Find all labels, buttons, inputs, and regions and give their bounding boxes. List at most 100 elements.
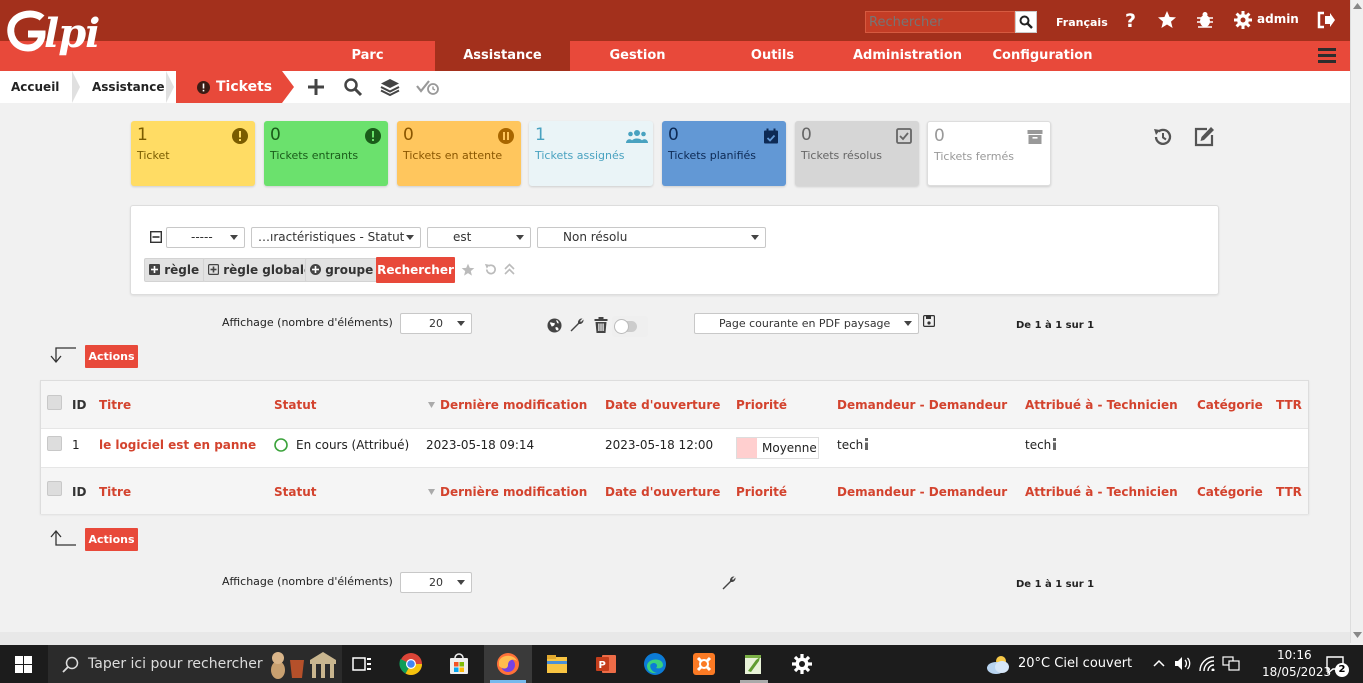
select-all-checkbox-bottom[interactable] <box>47 481 62 496</box>
col-status[interactable]: Statut <box>274 398 317 412</box>
col-status[interactable]: Statut <box>274 485 317 499</box>
select-all-checkbox[interactable] <box>47 395 62 410</box>
table-row[interactable]: 1 le logiciel est en panne En cours (Att… <box>41 428 1308 467</box>
col-id[interactable]: ID <box>72 485 86 499</box>
weather-cloud-icon[interactable] <box>985 653 1011 675</box>
tile-assigned[interactable]: 1 Tickets assignés <box>529 121 653 186</box>
gear-icon[interactable] <box>1233 10 1253 30</box>
reset-icon[interactable] <box>484 263 497 276</box>
wrench-icon[interactable] <box>569 317 585 333</box>
firefox-active-tab[interactable] <box>484 645 532 683</box>
tile-pending[interactable]: 0 Tickets en attente <box>397 121 521 186</box>
collapse-criteria-icon[interactable] <box>150 231 162 243</box>
col-ttr[interactable]: TTR <box>1276 485 1302 499</box>
global-search-input[interactable] <box>865 11 1015 33</box>
row-checkbox[interactable] <box>47 436 62 451</box>
store-icon[interactable] <box>447 652 471 676</box>
col-title[interactable]: Titre <box>99 398 131 412</box>
export-select[interactable]: Page courante en PDF paysage <box>694 313 919 334</box>
value-select[interactable]: Non résolu <box>537 227 766 248</box>
field-select[interactable]: …ıractéristiques - Statut <box>251 227 421 248</box>
row-title-link[interactable]: le logiciel est en panne <box>99 438 256 452</box>
language-selector[interactable]: Français <box>1056 16 1108 29</box>
add-icon[interactable] <box>306 77 326 97</box>
double-chevron-up-icon[interactable] <box>504 263 515 275</box>
edit-icon[interactable] <box>1193 126 1215 148</box>
layers-icon[interactable] <box>380 77 400 97</box>
col-category[interactable]: Catégorie <box>1197 398 1263 412</box>
col-title[interactable]: Titre <box>99 485 131 499</box>
add-rule-button[interactable]: règle <box>144 258 206 282</box>
row-requester[interactable]: tech <box>837 438 863 452</box>
col-ttr[interactable]: TTR <box>1276 398 1302 412</box>
save-icon[interactable] <box>923 315 935 327</box>
star-icon[interactable] <box>461 263 475 277</box>
chrome-icon[interactable] <box>399 652 423 676</box>
col-priority[interactable]: Priorité <box>736 398 787 412</box>
settings-gear-icon[interactable] <box>790 652 814 676</box>
breadcrumb-tickets[interactable]: Tickets <box>176 71 282 103</box>
add-global-rule-button[interactable]: règle globale <box>203 258 319 282</box>
actions-button-top[interactable]: Actions <box>85 345 138 368</box>
actions-button-bottom[interactable]: Actions <box>85 528 138 551</box>
row-technician[interactable]: tech <box>1025 438 1051 452</box>
globe-icon[interactable] <box>547 318 562 333</box>
operator-select[interactable]: est <box>427 227 531 248</box>
display-count-select-bottom[interactable]: 20 <box>400 572 472 593</box>
info-icon[interactable] <box>864 438 869 450</box>
menu-assistance[interactable]: Assistance <box>435 41 570 71</box>
col-opening-date[interactable]: Date d'ouverture <box>605 398 720 412</box>
tile-ticket[interactable]: 1 Ticket <box>131 121 255 186</box>
col-technician[interactable]: Attribué à - Technicien <box>1025 398 1178 412</box>
tile-planned[interactable]: 0 Tickets planifiés <box>662 121 786 186</box>
tile-closed[interactable]: 0 Tickets fermés <box>927 121 1051 186</box>
help-icon[interactable]: ? <box>1121 10 1141 30</box>
edge-icon[interactable] <box>643 652 667 676</box>
col-last-modified[interactable]: Dernière modification <box>440 485 587 499</box>
star-icon[interactable] <box>1157 10 1177 30</box>
menu-outils[interactable]: Outils <box>705 41 840 71</box>
col-requester[interactable]: Demandeur - Demandeur <box>837 485 1007 499</box>
tile-incoming[interactable]: 0 Tickets entrants <box>264 121 388 186</box>
clock-time[interactable]: 10:16 <box>1277 648 1312 662</box>
col-opening-date[interactable]: Date d'ouverture <box>605 485 720 499</box>
display-count-select[interactable]: 20 <box>400 313 472 334</box>
breadcrumb-home[interactable]: Accueil <box>11 71 59 103</box>
clock-date[interactable]: 18/05/2023 <box>1262 665 1331 679</box>
glpi-logo[interactable]: lpi <box>6 8 106 64</box>
trash-icon[interactable] <box>594 317 608 333</box>
powerpoint-icon[interactable]: P <box>594 652 618 676</box>
col-category[interactable]: Catégorie <box>1197 485 1263 499</box>
col-last-modified[interactable]: Dernière modification <box>440 398 587 412</box>
scroll-down-icon[interactable] <box>1353 632 1362 638</box>
col-priority[interactable]: Priorité <box>736 485 787 499</box>
notepad-app[interactable] <box>730 645 778 683</box>
logout-icon[interactable] <box>1316 10 1336 30</box>
search-icon[interactable] <box>343 77 363 97</box>
task-view-icon[interactable] <box>350 652 374 676</box>
wrench-icon[interactable] <box>721 575 737 591</box>
user-name[interactable]: admin <box>1257 12 1299 26</box>
xampp-icon[interactable] <box>692 652 716 676</box>
menu-parc[interactable]: Parc <box>300 41 435 71</box>
tile-resolved[interactable]: 0 Tickets résolus <box>795 121 919 186</box>
col-requester[interactable]: Demandeur - Demandeur <box>837 398 1007 412</box>
keyboard-layout-icon[interactable] <box>1222 656 1240 671</box>
bug-icon[interactable] <box>1195 10 1215 30</box>
taskbar-search[interactable]: Taper ici pour rechercher <box>48 645 342 683</box>
info-icon[interactable] <box>1052 438 1057 450</box>
check-clock-icon[interactable] <box>416 77 440 97</box>
trash-toggle[interactable] <box>612 316 648 337</box>
search-button[interactable] <box>1015 11 1037 33</box>
volume-icon[interactable] <box>1174 656 1191 671</box>
weather-text[interactable]: 20°C Ciel couvert <box>1018 656 1132 671</box>
file-explorer-icon[interactable] <box>545 652 569 676</box>
menu-gestion[interactable]: Gestion <box>570 41 705 71</box>
breadcrumb-assistance[interactable]: Assistance <box>92 71 164 103</box>
scroll-up-icon[interactable] <box>1353 3 1362 9</box>
col-id[interactable]: ID <box>72 398 86 412</box>
search-submit-button[interactable]: Rechercher <box>376 257 455 283</box>
hamburger-menu-icon[interactable] <box>1318 48 1336 63</box>
add-group-button[interactable]: groupe <box>305 258 380 282</box>
col-technician[interactable]: Attribué à - Technicien <box>1025 485 1178 499</box>
